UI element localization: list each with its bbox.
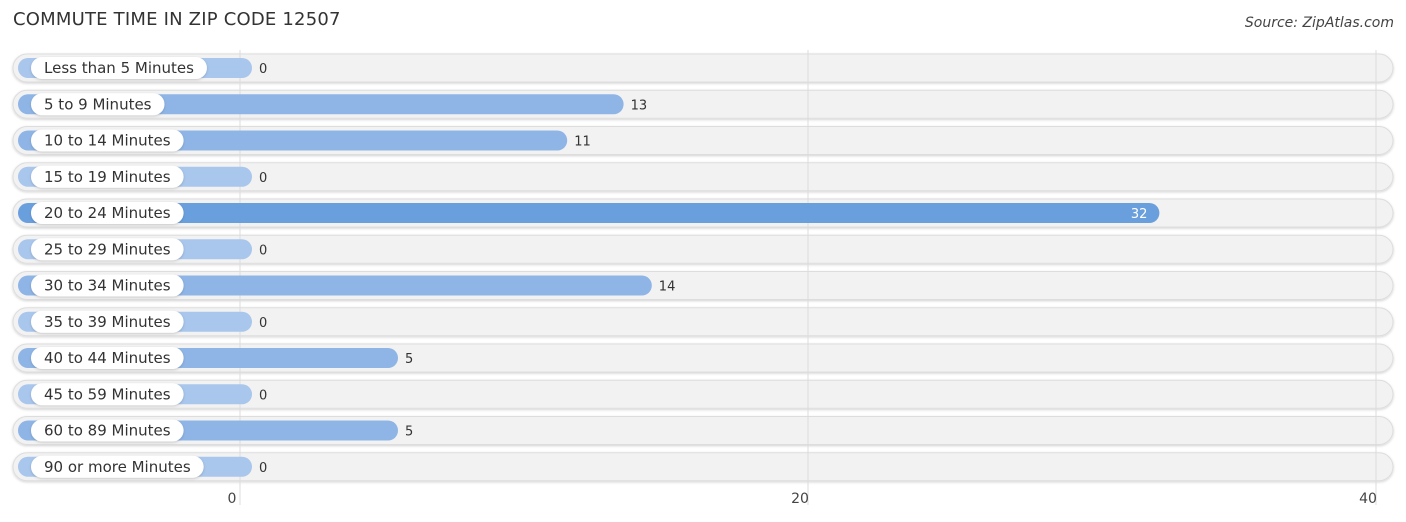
bars: Less than 5 Minutes 0 5 to 9 Minutes 13 10 t… — [18, 57, 1160, 478]
value-label: 0 — [259, 62, 267, 77]
bar — [18, 203, 1160, 223]
category-label: 5 to 9 Minutes — [44, 95, 152, 113]
value-label: 13 — [631, 98, 648, 113]
category-label: 35 to 39 Minutes — [44, 313, 171, 331]
category-label: 40 to 44 Minutes — [44, 349, 171, 367]
category-label: 15 to 19 Minutes — [44, 168, 171, 186]
category-label: 10 to 14 Minutes — [44, 132, 171, 150]
value-label: 0 — [259, 243, 267, 258]
x-tick-label: 20 — [791, 491, 809, 507]
value-label: 14 — [659, 280, 676, 295]
category-label: 25 to 29 Minutes — [44, 240, 171, 258]
value-label: 32 — [1131, 207, 1148, 222]
category-label: 60 to 89 Minutes — [44, 422, 171, 440]
category-label: 90 or more Minutes — [44, 458, 191, 476]
value-label: 0 — [259, 316, 267, 331]
x-tick-label: 0 — [228, 491, 237, 507]
value-label: 5 — [405, 425, 413, 440]
category-label: 30 to 34 Minutes — [44, 277, 171, 295]
category-label: 20 to 24 Minutes — [44, 204, 171, 222]
value-label: 0 — [259, 171, 267, 186]
value-label: 11 — [574, 135, 591, 150]
category-label: Less than 5 Minutes — [44, 59, 194, 77]
value-label: 5 — [405, 352, 413, 367]
category-label: 45 to 59 Minutes — [44, 385, 171, 403]
value-label: 0 — [259, 388, 267, 403]
bar-chart: Less than 5 Minutes 0 5 to 9 Minutes 13 10 t… — [12, 50, 1394, 507]
value-label: 0 — [259, 461, 267, 476]
x-tick-label: 40 — [1359, 491, 1377, 507]
